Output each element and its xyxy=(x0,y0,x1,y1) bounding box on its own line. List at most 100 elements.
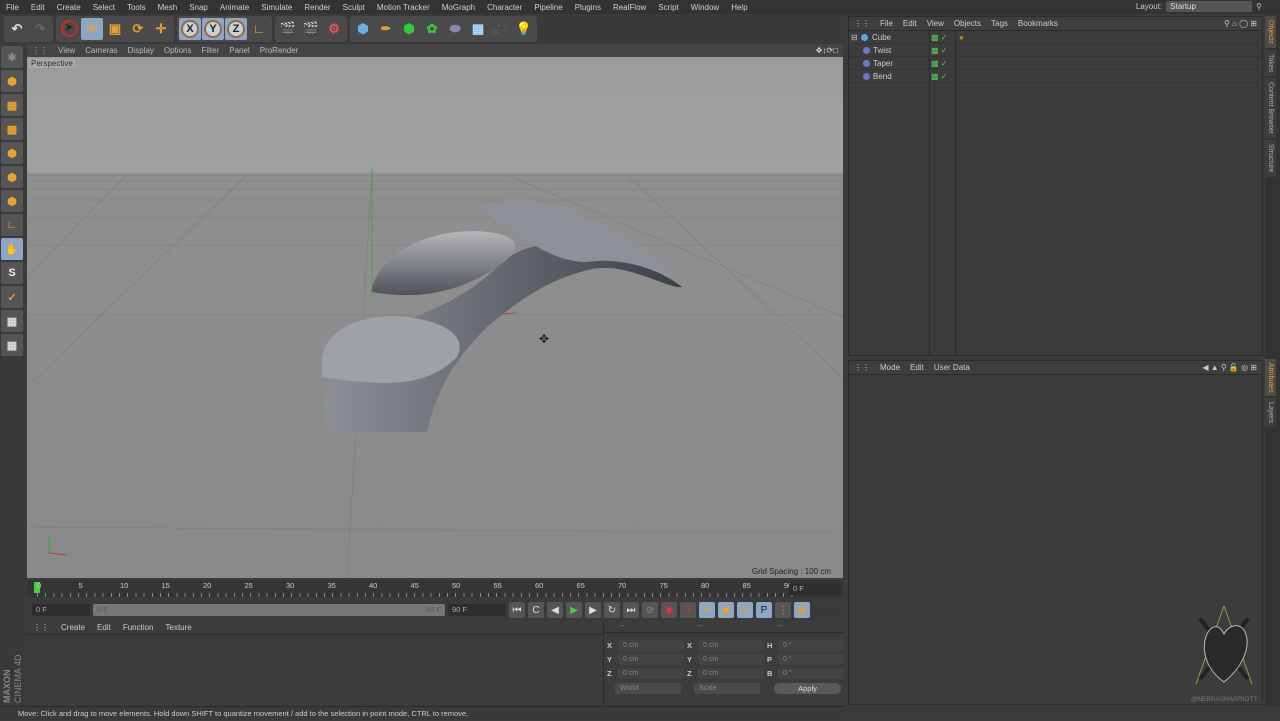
autokeying-icon[interactable]: ◉ xyxy=(661,602,677,618)
visibility-check-icon[interactable]: ▩ ✓ xyxy=(931,46,947,55)
menu-animate[interactable]: Animate xyxy=(214,3,255,12)
phong-tag-icon[interactable]: ● xyxy=(959,33,964,42)
viewport-menu-panel[interactable]: Panel xyxy=(224,46,254,55)
previous-frame-icon[interactable]: ◀ xyxy=(547,602,563,618)
planar-workplane-icon[interactable]: ▦ xyxy=(1,334,23,356)
render-picture-viewer-icon[interactable]: 🎬 xyxy=(300,18,322,40)
rotation-h-field[interactable]: 0 ° xyxy=(778,640,844,651)
play-icon[interactable]: ▶ xyxy=(566,602,582,618)
menu-window[interactable]: Window xyxy=(685,3,725,12)
objects-menu-view[interactable]: View xyxy=(922,19,949,28)
next-frame-icon[interactable]: ▶ xyxy=(585,602,601,618)
z-axis-icon[interactable]: Z xyxy=(225,17,247,40)
menu-simulate[interactable]: Simulate xyxy=(255,3,298,12)
object-row-bend[interactable]: Bend ▩ ✓ xyxy=(849,70,1262,83)
viewport-menu-filter[interactable]: Filter xyxy=(196,46,224,55)
tab-attributes[interactable]: Attributes xyxy=(1265,358,1276,397)
menu-character[interactable]: Character xyxy=(481,3,528,12)
menu-render[interactable]: Render xyxy=(298,3,336,12)
layout-dropdown[interactable]: Startup xyxy=(1166,1,1253,12)
tab-content-browser[interactable]: Content Browser xyxy=(1265,78,1276,139)
key-scale-icon[interactable]: ▣ xyxy=(718,602,734,618)
object-row-cube[interactable]: ⊟ Cube ▩ ✓ ● xyxy=(849,31,1262,44)
make-editable-icon[interactable]: ⚛ xyxy=(1,46,23,68)
coordinate-space-dropdown[interactable]: World xyxy=(615,683,681,694)
light-icon[interactable]: 💡 xyxy=(513,18,535,40)
objects-menu-tags[interactable]: Tags xyxy=(986,19,1013,28)
go-to-end-icon[interactable]: ⏭ xyxy=(623,602,639,618)
menu-motion-tracker[interactable]: Motion Tracker xyxy=(371,3,436,12)
viewport-navigation-icons[interactable]: ✥↕⟳□ xyxy=(811,46,843,55)
objects-menu-objects[interactable]: Objects xyxy=(949,19,986,28)
objects-menu-bookmarks[interactable]: Bookmarks xyxy=(1013,19,1063,28)
position-y-field[interactable]: 0 cm xyxy=(618,654,684,665)
coordinate-mode-dropdown[interactable]: Scale xyxy=(694,683,760,694)
menu-create[interactable]: Create xyxy=(51,3,87,12)
points-mode-icon[interactable]: ⬢ xyxy=(1,142,23,164)
attributes-menu-mode[interactable]: Mode xyxy=(875,363,905,372)
position-x-field[interactable]: 0 cm xyxy=(618,640,684,651)
viewport-menu-view[interactable]: View xyxy=(53,46,80,55)
floor-icon[interactable]: ▦ xyxy=(467,18,489,40)
go-to-start-icon[interactable]: ⏮ xyxy=(509,602,525,618)
visibility-check-icon[interactable]: ▩ ✓ xyxy=(931,72,947,81)
menu-help[interactable]: Help xyxy=(725,3,753,12)
redo-icon[interactable]: ↷ xyxy=(29,18,51,40)
live-selection-icon[interactable]: ➤ xyxy=(58,18,80,40)
x-axis-icon[interactable]: X xyxy=(179,17,201,40)
size-x-field[interactable]: 0 cm xyxy=(698,640,764,651)
keyframe-selection-icon[interactable]: ? xyxy=(680,602,696,618)
object-row-twist[interactable]: Twist ▩ ✓ xyxy=(849,44,1262,57)
recent-tool-icon[interactable]: ✛ xyxy=(150,18,172,40)
tab-layers[interactable]: Layers xyxy=(1265,398,1276,428)
visibility-check-icon[interactable]: ▩ ✓ xyxy=(931,59,947,68)
model-mode-icon[interactable]: ⬢ xyxy=(1,70,23,92)
search-home-icons[interactable]: ⚲ ⌂ ◯ ⊞ xyxy=(1219,19,1262,28)
viewport-menu-prorender[interactable]: ProRender xyxy=(255,46,304,55)
rotation-b-field[interactable]: 0 ° xyxy=(778,668,844,679)
timeline-icon[interactable]: ▦ xyxy=(794,602,810,618)
menu-snap[interactable]: Snap xyxy=(183,3,214,12)
tab-objects[interactable]: Objects xyxy=(1265,16,1276,48)
key-parameter-icon[interactable]: P xyxy=(756,602,772,618)
cloner-icon[interactable]: ✿ xyxy=(421,18,443,40)
viewport-menu-display[interactable]: Display xyxy=(123,46,159,55)
size-z-field[interactable]: 0 cm xyxy=(698,668,764,679)
collapse-icon[interactable]: ⊟ xyxy=(851,33,858,42)
magnet-icon[interactable]: ✓ xyxy=(1,286,23,308)
key-pla-icon[interactable]: ⋮ xyxy=(775,602,791,618)
menu-plugins[interactable]: Plugins xyxy=(569,3,607,12)
previous-key-icon[interactable]: C xyxy=(528,602,544,618)
workplane-icon[interactable]: ▩ xyxy=(1,118,23,140)
twisted-cube-object[interactable] xyxy=(322,199,682,432)
material-menu-edit[interactable]: Edit xyxy=(91,623,117,632)
edges-mode-icon[interactable]: ⬢ xyxy=(1,166,23,188)
camera-icon[interactable]: 🎥 xyxy=(490,18,512,40)
viewport-menu-options[interactable]: Options xyxy=(159,46,197,55)
record-keys-icon[interactable]: ⊘ xyxy=(642,602,658,618)
size-y-field[interactable]: 0 cm xyxy=(698,654,764,665)
texture-mode-icon[interactable]: ▦ xyxy=(1,94,23,116)
rotate-icon[interactable]: ⟳ xyxy=(127,18,149,40)
menu-realflow[interactable]: RealFlow xyxy=(607,3,652,12)
object-row-taper[interactable]: Taper ▩ ✓ xyxy=(849,57,1262,70)
polygons-mode-icon[interactable]: ⬢ xyxy=(1,190,23,212)
coordinate-system-icon[interactable]: ∟ xyxy=(248,18,270,40)
menu-tools[interactable]: Tools xyxy=(121,3,152,12)
attributes-menu-user-data[interactable]: User Data xyxy=(929,363,975,372)
menu-pipeline[interactable]: Pipeline xyxy=(528,3,568,12)
end-frame-field[interactable]: 90 F xyxy=(448,604,506,616)
deformer-icon[interactable]: ⬬ xyxy=(444,18,466,40)
start-frame-field[interactable]: 0 F xyxy=(32,604,90,616)
viewport-perspective[interactable]: ✥ Perspective Grid Spacing : 100 cm xyxy=(27,57,843,578)
menu-script[interactable]: Script xyxy=(652,3,684,12)
rotation-p-field[interactable]: 0 ° xyxy=(778,654,844,665)
attribute-nav-icons[interactable]: ◀ ▲ ⚲ 🔓 ◎ ⊞ xyxy=(1197,363,1262,372)
objects-menu-file[interactable]: File xyxy=(875,19,898,28)
material-manager-area[interactable] xyxy=(27,636,602,705)
position-z-field[interactable]: 0 cm xyxy=(618,668,684,679)
key-position-icon[interactable]: ✛ xyxy=(699,602,715,618)
menu-edit[interactable]: Edit xyxy=(25,3,51,12)
subdivision-icon[interactable]: ⬢ xyxy=(398,18,420,40)
menu-file[interactable]: File xyxy=(0,3,25,12)
